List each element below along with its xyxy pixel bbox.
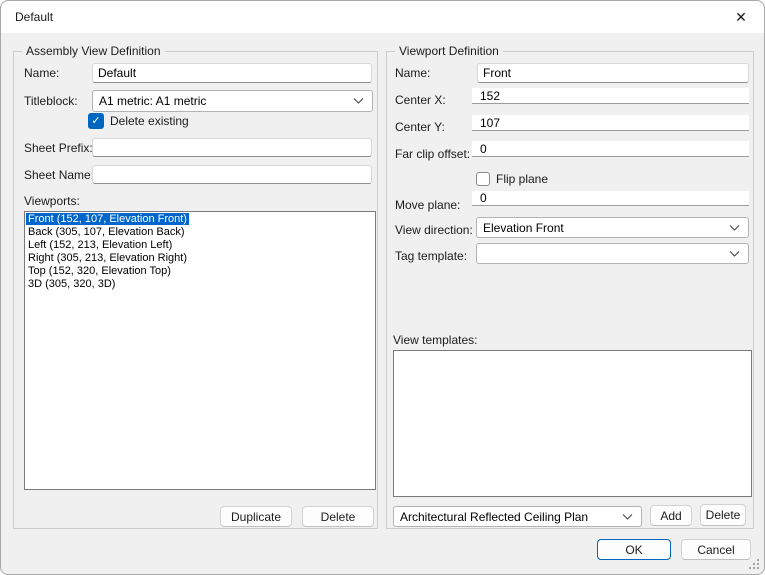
sheet-name-input[interactable] [92,165,372,184]
delete-button-label: Delete [321,510,356,524]
assembly-group-legend: Assembly View Definition [22,44,165,58]
viewports-listbox[interactable]: Front (152, 107, Elevation Front)Back (3… [24,211,376,490]
duplicate-button-label: Duplicate [231,510,281,524]
delete-template-button-label: Delete [706,508,741,522]
tag-template-label: Tag template: [395,249,467,263]
view-direction-select[interactable]: Elevation Front [476,217,749,238]
add-button-label: Add [660,509,681,523]
dialog-window: Default ✕ Assembly View Definition Name:… [0,0,765,575]
viewport-name-label: Name: [395,66,430,80]
chevron-down-icon [729,251,740,257]
assembly-name-label: Name: [24,66,59,80]
flip-plane-checkbox[interactable] [476,172,490,186]
chevron-down-icon [729,225,740,231]
move-plane-label: Move plane: [395,198,460,212]
chevron-down-icon [353,98,364,104]
viewport-definition-group: Viewport Definition Name: Center X: Cent… [386,51,754,529]
resize-grip-icon[interactable] [748,558,760,570]
viewport-name-input[interactable] [477,63,749,83]
assembly-view-definition-group: Assembly View Definition Name: Titlebloc… [13,51,378,529]
window-title: Default [15,1,53,33]
ok-button[interactable]: OK [597,539,671,560]
titlebar: Default ✕ [1,1,764,33]
sheet-prefix-label: Sheet Prefix: [24,141,93,155]
tag-template-select[interactable] [476,243,749,264]
delete-viewport-button[interactable]: Delete [302,506,374,527]
add-template-button[interactable]: Add [650,505,692,526]
flip-plane-label: Flip plane [496,172,548,186]
list-item[interactable]: Top (152, 320, Elevation Top) [25,265,375,278]
viewport-group-legend: Viewport Definition [395,44,503,58]
center-x-input[interactable] [472,88,749,104]
view-templates-listbox[interactable] [393,350,752,497]
view-direction-label: View direction: [395,223,473,237]
delete-template-button[interactable]: Delete [700,504,746,526]
close-button[interactable]: ✕ [718,1,764,33]
view-direction-value: Elevation Front [483,221,564,235]
list-item[interactable]: Back (305, 107, Elevation Back) [25,226,375,239]
chevron-down-icon [622,514,633,520]
far-clip-offset-label: Far clip offset: [395,147,470,161]
titleblock-select[interactable]: A1 metric: A1 metric [92,90,373,112]
center-y-label: Center Y: [395,120,445,134]
view-templates-label: View templates: [393,333,478,347]
sheet-name-label: Sheet Name: [24,168,94,182]
center-y-input[interactable] [472,115,749,131]
view-template-select[interactable]: Architectural Reflected Ceiling Plan [393,506,642,527]
move-plane-input[interactable] [472,191,749,206]
list-item[interactable]: Right (305, 213, Elevation Right) [25,252,375,265]
list-item[interactable]: 3D (305, 320, 3D) [25,278,375,291]
view-template-value: Architectural Reflected Ceiling Plan [400,510,588,524]
center-x-label: Center X: [395,93,446,107]
sheet-prefix-input[interactable] [92,138,372,157]
ok-button-label: OK [625,543,642,557]
viewports-label: Viewports: [24,194,80,208]
delete-existing-checkbox[interactable]: ✓ [88,113,104,129]
cancel-button[interactable]: Cancel [681,539,751,560]
duplicate-button[interactable]: Duplicate [220,506,292,527]
list-item[interactable]: Front (152, 107, Elevation Front) [25,213,375,226]
assembly-name-input[interactable] [92,63,372,83]
list-item[interactable]: Left (152, 213, Elevation Left) [25,239,375,252]
close-icon: ✕ [735,9,747,26]
check-icon: ✓ [91,116,100,127]
delete-existing-label: Delete existing [110,114,189,128]
far-clip-offset-input[interactable] [472,141,749,157]
titleblock-label: Titleblock: [24,94,78,108]
cancel-button-label: Cancel [697,543,734,557]
titleblock-value: A1 metric: A1 metric [99,94,206,108]
